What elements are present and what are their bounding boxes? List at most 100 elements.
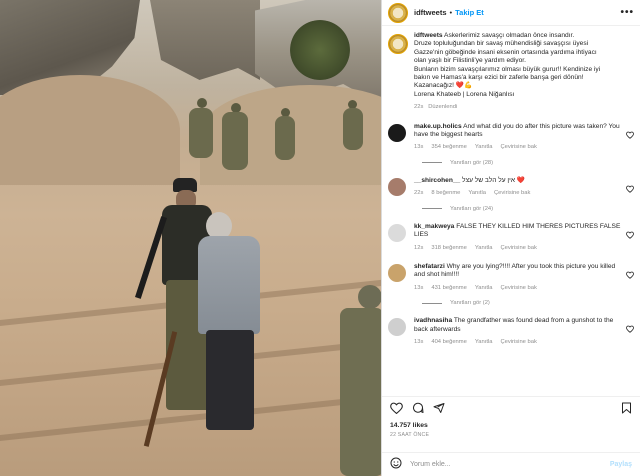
comment-meta: 13s 354 beğenme Yanıtla Çevirisine bak (414, 143, 622, 151)
comment-item: shefatarzi Why are you lying?!!!! After … (388, 263, 634, 292)
commenter-username[interactable]: shefatarzi (414, 263, 445, 270)
comment-time: 13s (414, 338, 424, 345)
comment-item: kk_makweya FALSE THEY KILLED HIM THERES … (388, 223, 634, 252)
comment-body: shefatarzi Why are you lying?!!!! After … (414, 263, 622, 292)
translate-button[interactable]: Çevirisine bak (500, 244, 536, 252)
soldier-head (197, 98, 207, 108)
caption-time: 22s (414, 104, 424, 111)
comment-time: 12s (414, 244, 424, 251)
reply-button[interactable]: Yanıtla (475, 244, 493, 252)
soldier-figure (189, 108, 213, 158)
comment-icon[interactable] (412, 401, 424, 419)
instagram-post-view: idftweets • Takip Et ••• idftweets Asker… (0, 0, 640, 476)
commenter-avatar[interactable] (388, 318, 406, 337)
heart-icon[interactable] (390, 401, 403, 419)
replies-line (422, 162, 442, 164)
comment-text: Why are you lying?!!!! After you took th… (414, 262, 616, 279)
man-trousers (206, 330, 254, 430)
caption-line: olan yaşlı bir Filistinli'ye yardım ediy… (414, 57, 526, 65)
comment-heart-icon[interactable] (626, 180, 634, 193)
post-side-panel: idftweets • Takip Et ••• idftweets Asker… (381, 0, 640, 476)
caption-avatar[interactable] (388, 34, 408, 54)
commenter-avatar[interactable] (388, 223, 406, 242)
comment-text: אין על הלב של עצל ❤️ (462, 176, 526, 184)
commenter-username[interactable]: kk_makweya (414, 223, 454, 230)
reply-button[interactable]: Yanıtla (475, 143, 493, 151)
caption-line: Lorena Khateeb | Lorena Niğanlısı (414, 90, 515, 98)
reply-button[interactable]: Yanıtla (468, 189, 486, 197)
post-actions: 14.757 likes 22 SAAT ÖNCE (382, 396, 640, 452)
profile-avatar[interactable] (388, 2, 408, 23)
comment-heart-icon[interactable] (626, 266, 634, 279)
view-replies[interactable]: Yanıtları gör (28) (422, 160, 634, 166)
commenter-avatar[interactable] (388, 177, 406, 196)
translate-button[interactable]: Çevirisine bak (494, 189, 530, 197)
comment-heart-icon[interactable] (626, 126, 634, 139)
comment-item: make.up.holics And what did you do after… (388, 123, 634, 152)
view-replies-label[interactable]: Yanıtları gör (2) (450, 300, 490, 306)
translate-button[interactable]: Çevirisine bak (500, 284, 536, 292)
caption-line: Bunların bizim savaşçılarımız olması büy… (414, 65, 601, 73)
caption-line: Gazze'nin göbeğinde insani eksenin ortas… (414, 48, 597, 56)
caption-body: idftweets Askerlerimiz savaşçı olmadan ö… (414, 32, 634, 112)
translate-button[interactable]: Çevirisine bak (500, 338, 536, 346)
comment-likes[interactable]: 318 beğenme (431, 244, 466, 252)
rubble-building (150, 0, 260, 80)
caption-line: bakın ve Hamas'a karşı ezici bir zaferle… (414, 74, 584, 82)
comment-meta: 22s 8 beğenme Yanıtla Çevirisine bak (414, 189, 622, 197)
emoji-icon[interactable] (390, 456, 402, 474)
commenter-username[interactable]: __shircohen__ (414, 177, 460, 184)
comment-time: 13s (414, 144, 424, 151)
soldier-helmet (358, 285, 381, 309)
replies-line (422, 208, 442, 210)
soldier-figure (222, 112, 248, 170)
commenter-avatar[interactable] (388, 123, 406, 142)
caption-username[interactable]: idftweets (414, 32, 443, 39)
sand-mound (0, 75, 180, 185)
comment-time: 13s (414, 284, 424, 291)
view-replies-label[interactable]: Yanıtları gör (28) (450, 160, 493, 166)
reply-button[interactable]: Yanıtla (475, 284, 493, 292)
view-replies[interactable]: Yanıtları gör (24) (422, 206, 634, 212)
comment-likes[interactable]: 404 beğenme (431, 338, 466, 346)
post-photo[interactable] (0, 0, 381, 476)
comment-heart-icon[interactable] (626, 226, 634, 239)
more-icon[interactable]: ••• (620, 7, 634, 18)
translate-button[interactable]: Çevirisine bak (500, 143, 536, 151)
bookmark-icon[interactable] (621, 401, 632, 419)
caption-line: Druze topluluğundan bir savaş mühendisli… (414, 40, 589, 48)
view-replies[interactable]: Yanıtları gör (2) (422, 300, 634, 306)
comment-heart-icon[interactable] (626, 320, 634, 333)
soldier-figure (343, 108, 363, 150)
commenter-username[interactable]: make.up.holics (414, 123, 462, 130)
comment-body: ivadhnasiha The grandfather was found de… (414, 317, 622, 346)
view-replies-label[interactable]: Yanıtları gör (24) (450, 206, 493, 212)
share-icon[interactable] (433, 401, 445, 419)
comment-item: ivadhnasiha The grandfather was found de… (388, 317, 634, 346)
separator-dot: • (449, 8, 453, 17)
follow-button[interactable]: Takip Et (455, 8, 484, 17)
posted-ago: 22 SAAT ÖNCE (390, 432, 430, 438)
replies-line (422, 302, 442, 304)
commenter-username[interactable]: ivadhnasiha (414, 317, 452, 324)
comment-likes[interactable]: 354 beğenme (431, 143, 466, 151)
comment-list: make.up.holics And what did you do after… (388, 123, 634, 347)
likes-count[interactable]: 14.757 likes (390, 422, 632, 429)
caption-meta: 22s Düzenlendi (414, 103, 634, 111)
comments-scroll-area[interactable]: idftweets Askerlerimiz savaşçı olmadan ö… (382, 26, 640, 396)
post-caption: idftweets Askerlerimiz savaşçı olmadan ö… (388, 32, 634, 112)
comment-likes[interactable]: 8 beğenme (431, 189, 460, 197)
comment-meta: 13s 404 beğenme Yanıtla Çevirisine bak (414, 338, 622, 346)
reply-button[interactable]: Yanıtla (475, 338, 493, 346)
comment-input[interactable]: Yorum ekle... (410, 461, 451, 468)
soldier-figure (275, 116, 295, 160)
comment-body: __shircohen__ אין על הלב של עצל ❤️ 22s 8… (414, 177, 622, 198)
post-username[interactable]: idftweets (414, 8, 447, 17)
comment-likes[interactable]: 431 beğenme (431, 284, 466, 292)
post-comment-button[interactable]: Paylaş (610, 461, 632, 468)
comment-meta: 12s 318 beğenme Yanıtla Çevirisine bak (414, 244, 622, 252)
commenter-avatar[interactable] (388, 263, 406, 282)
caption-line: Kazanacağız! ❤️💪 (414, 82, 473, 90)
post-header: idftweets • Takip Et ••• (382, 0, 640, 26)
comment-body: make.up.holics And what did you do after… (414, 123, 622, 152)
